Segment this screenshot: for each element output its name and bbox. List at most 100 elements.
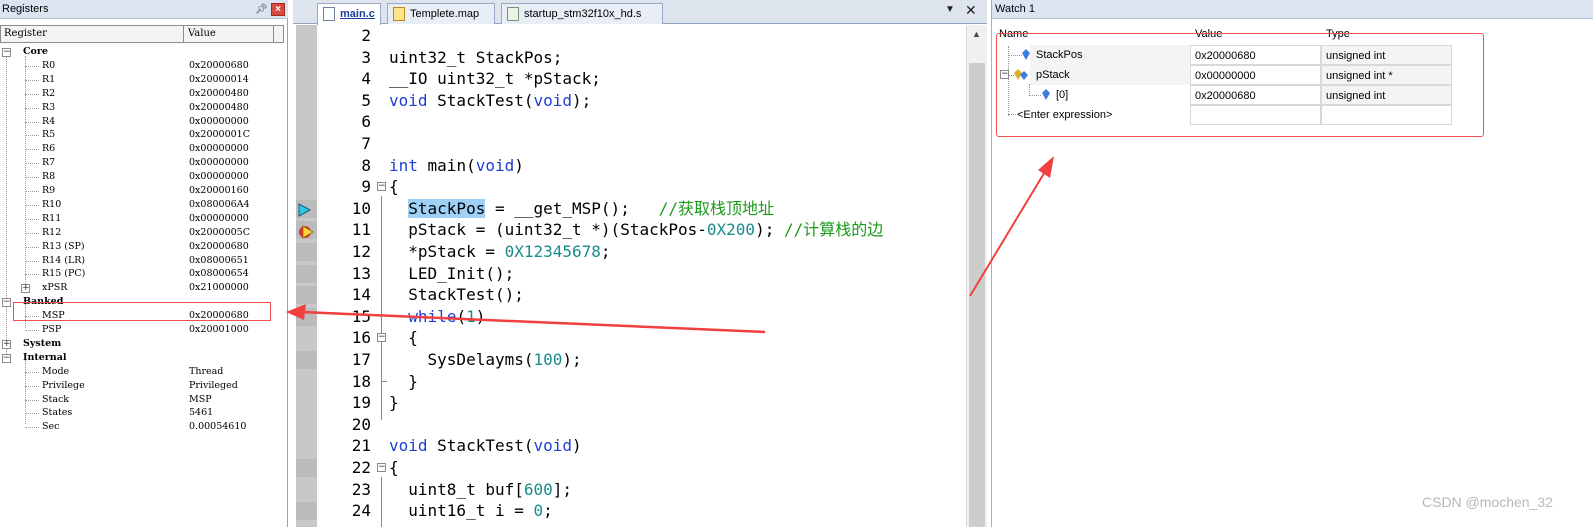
register-row[interactable]: R7 0x00000000 — [0, 156, 285, 170]
fold-icon[interactable]: − — [377, 182, 386, 192]
breakpoint-icon[interactable] — [298, 224, 314, 240]
line-number: 12 — [351, 242, 371, 261]
fold-icon[interactable]: − — [377, 463, 386, 472]
code-line[interactable]: 10 StackPos = __get_MSP(); //获取栈顶地址 — [293, 198, 966, 220]
code-line[interactable]: 13 LED_Init(); — [293, 263, 966, 285]
code-line[interactable]: 16− { — [293, 327, 966, 349]
register-value[interactable]: 0x20000680 — [189, 240, 249, 254]
register-row[interactable]: R9 0x20000160 — [0, 184, 285, 198]
register-value[interactable]: 0x20000014 — [189, 73, 249, 87]
register-row[interactable]: R14 (LR) 0x08000651 — [0, 254, 285, 268]
register-row[interactable]: R15 (PC) 0x08000654 — [0, 267, 285, 281]
code-line[interactable]: 12 *pStack = 0X12345678; — [293, 241, 966, 263]
register-row[interactable]: Sec 0.00054610 — [0, 420, 285, 434]
register-row[interactable]: + xPSR 0x21000000 — [0, 281, 285, 295]
register-row[interactable]: R8 0x00000000 — [0, 170, 285, 184]
register-value[interactable]: 0x20001000 — [189, 323, 249, 337]
tab-dropdown-icon[interactable]: ▼ — [945, 4, 955, 15]
line-number: 11 — [351, 220, 371, 240]
code-line[interactable]: 8 int main(void) — [293, 155, 966, 177]
register-value[interactable]: Thread — [189, 365, 223, 379]
code-line[interactable]: 21 void StackTest(void) — [293, 435, 966, 457]
register-row[interactable]: R13 (SP) 0x20000680 — [0, 240, 285, 254]
register-value[interactable]: 0x20000480 — [189, 101, 249, 115]
register-value[interactable]: 0x00000000 — [189, 170, 249, 184]
code-line[interactable]: 20 — [293, 414, 966, 436]
collapse-icon[interactable]: − — [2, 298, 11, 308]
code-line[interactable]: 7 — [293, 133, 966, 155]
code-line[interactable]: 3 uint32_t StackPos; — [293, 47, 966, 69]
close-icon[interactable]: × — [271, 3, 285, 16]
code-line[interactable]: 19} — [293, 392, 966, 414]
register-value[interactable]: MSP — [189, 393, 212, 407]
register-value[interactable]: 0x20000160 — [189, 184, 249, 198]
code-line[interactable]: 17 SysDelayms(100); — [293, 349, 966, 371]
close-tab-icon[interactable]: ✕ — [965, 2, 977, 19]
group-label: Internal — [23, 351, 67, 363]
code-line[interactable]: 5 void StackTest(void); — [293, 90, 966, 112]
register-row[interactable]: R4 0x00000000 — [0, 115, 285, 129]
pin-icon[interactable]: 📌︎ — [255, 3, 268, 16]
line-number: 10 — [351, 198, 371, 218]
register-value[interactable]: 0.00054610 — [189, 420, 246, 434]
column-value[interactable]: Value — [188, 26, 216, 42]
register-row[interactable]: States 5461 — [0, 406, 285, 420]
collapse-icon[interactable]: − — [2, 353, 11, 363]
register-value[interactable]: 0x21000000 — [189, 281, 249, 295]
register-row[interactable]: PSP 0x20001000 — [0, 323, 285, 337]
expand-icon[interactable]: + — [2, 339, 11, 349]
register-group-system[interactable]: + System — [0, 337, 285, 351]
code-line[interactable]: 9−{ — [293, 176, 966, 198]
register-value[interactable]: 0x08000651 — [189, 254, 249, 268]
register-value[interactable]: 0x080006A4 — [189, 198, 250, 212]
code-line[interactable]: 14 StackTest(); — [293, 284, 966, 306]
collapse-icon[interactable]: − — [2, 48, 11, 57]
register-row[interactable]: R12 0x2000005C — [0, 226, 285, 240]
register-row[interactable]: R3 0x20000480 — [0, 101, 285, 115]
register-row[interactable]: R0 0x20000680 — [0, 59, 285, 73]
tab-main-c[interactable]: main.c — [317, 3, 381, 25]
register-value[interactable]: Privileged — [189, 379, 238, 393]
register-group-core[interactable]: − Core — [0, 45, 285, 59]
code-line[interactable]: 2 — [293, 25, 966, 47]
register-row[interactable]: Mode Thread — [0, 365, 285, 379]
register-value[interactable]: 0x20000680 — [189, 59, 249, 73]
register-row[interactable]: R2 0x20000480 — [0, 87, 285, 101]
register-value[interactable]: 0x00000000 — [189, 156, 249, 170]
tab-startup-s[interactable]: startup_stm32f10x_hd.s — [501, 3, 663, 24]
register-row[interactable]: R5 0x2000001C — [0, 128, 285, 142]
code-line[interactable]: 22−{ — [293, 457, 966, 479]
register-row[interactable]: R11 0x00000000 — [0, 212, 285, 226]
register-row[interactable]: Stack MSP — [0, 393, 285, 407]
column-register[interactable]: Register — [4, 26, 47, 42]
scroll-up-icon[interactable]: ▲ — [972, 29, 981, 39]
register-row[interactable]: R1 0x20000014 — [0, 73, 285, 87]
register-value[interactable]: 0x00000000 — [189, 212, 249, 226]
register-value[interactable]: 0x2000001C — [189, 128, 250, 142]
code-line[interactable]: 6 — [293, 111, 966, 133]
register-value[interactable]: 5461 — [189, 406, 213, 420]
register-value[interactable]: 0x00000000 — [189, 115, 249, 129]
register-row[interactable]: Privilege Privileged — [0, 379, 285, 393]
register-group-internal[interactable]: − Internal — [0, 351, 285, 365]
register-row[interactable]: R6 0x00000000 — [0, 142, 285, 156]
line-number: 18 — [351, 371, 371, 391]
code-line[interactable]: 23 uint8_t buf[600]; — [293, 479, 966, 501]
register-row[interactable]: R10 0x080006A4 — [0, 198, 285, 212]
watermark: CSDN @mochen_32 — [1422, 494, 1553, 510]
editor-scrollbar[interactable]: ▲ — [966, 25, 987, 527]
scroll-thumb[interactable] — [969, 63, 985, 527]
tab-templete-map[interactable]: Templete.map — [387, 3, 495, 24]
expand-icon[interactable]: + — [21, 284, 30, 294]
code-line[interactable]: 11 pStack = (uint32_t *)(StackPos-0X200)… — [293, 219, 966, 241]
register-value[interactable]: 0x20000480 — [189, 87, 249, 101]
register-value[interactable]: 0x00000000 — [189, 142, 249, 156]
code-line[interactable]: 4 __IO uint32_t *pStack; — [293, 68, 966, 90]
code-line[interactable]: 15 while(1) — [293, 306, 966, 328]
fold-icon[interactable]: − — [377, 333, 386, 343]
line-number: 23 — [351, 479, 371, 499]
code-line[interactable]: 18 } — [293, 370, 966, 393]
register-value[interactable]: 0x2000005C — [189, 226, 250, 240]
code-line[interactable]: 24 uint16_t i = 0; — [293, 500, 966, 522]
register-value[interactable]: 0x08000654 — [189, 267, 249, 281]
